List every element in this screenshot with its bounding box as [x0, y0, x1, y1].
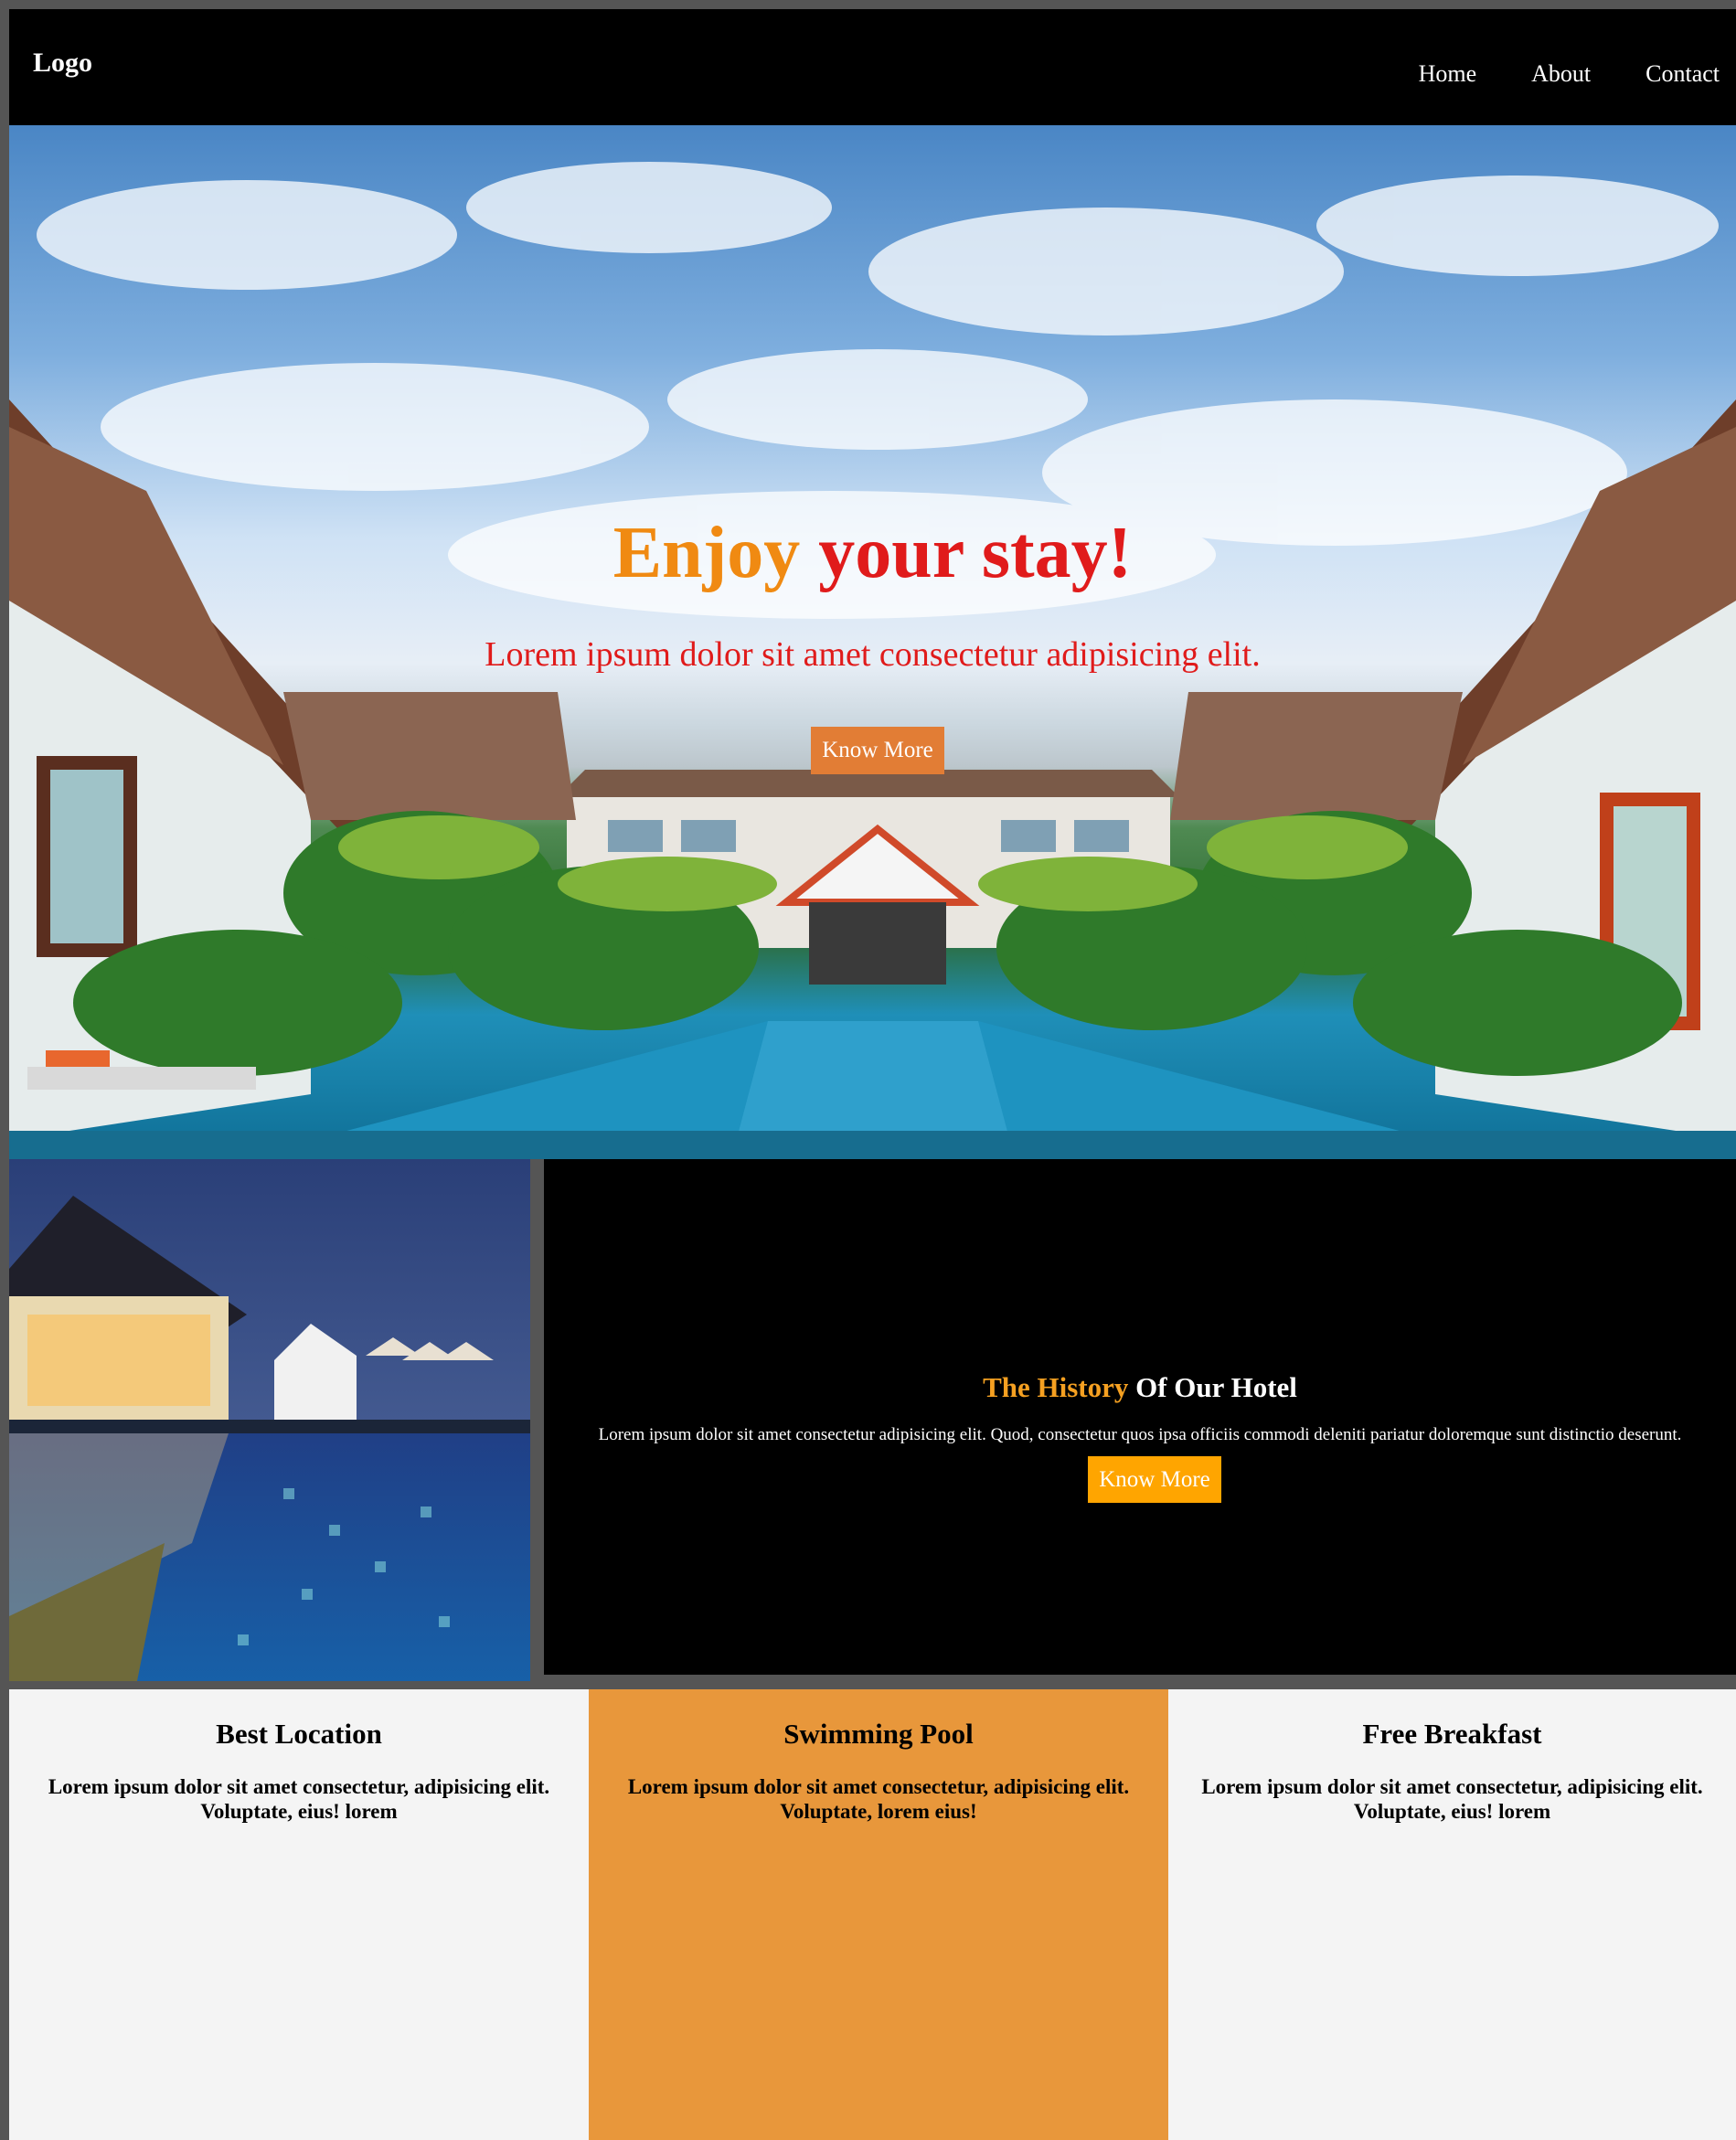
history-section: The History Of Our Hotel Lorem ipsum dol…	[544, 1159, 1736, 1675]
nav-contact-link[interactable]: Contact	[1645, 60, 1720, 88]
history-title-main: Of Our Hotel	[1135, 1371, 1297, 1403]
resort-night-image	[9, 1159, 530, 1681]
feature-free-breakfast: Free Breakfast Lorem ipsum dolor sit ame…	[1168, 1689, 1736, 2140]
nav-home-link[interactable]: Home	[1419, 60, 1477, 88]
hero-know-more-button[interactable]: Know More	[811, 727, 944, 774]
hero-banner: Enjoy your stay! Lorem ipsum dolor sit a…	[9, 125, 1736, 1159]
history-description: Lorem ipsum dolor sit amet consectetur a…	[598, 1425, 1682, 1444]
site-logo[interactable]: Logo	[33, 49, 92, 77]
history-title-accent: The History	[983, 1371, 1129, 1403]
hero-title-main: your stay!	[818, 513, 1133, 593]
feature-text: Lorem ipsum dolor sit amet consectetur, …	[1201, 1775, 1703, 1823]
feature-title: Swimming Pool	[783, 1718, 974, 1750]
resort-night-photo	[9, 1159, 530, 1681]
page: Logo Home About Contact Enjoy your stay!…	[9, 9, 1736, 2140]
hero-title: Enjoy your stay!	[9, 516, 1736, 590]
feature-title: Best Location	[216, 1718, 382, 1750]
site-header: Logo Home About Contact	[9, 9, 1736, 125]
feature-text: Lorem ipsum dolor sit amet consectetur, …	[48, 1775, 550, 1823]
hero-title-accent: Enjoy	[612, 513, 801, 593]
hero-subtitle: Lorem ipsum dolor sit amet consectetur a…	[485, 635, 1261, 674]
history-know-more-button[interactable]: Know More	[1088, 1456, 1221, 1503]
feature-text: Lorem ipsum dolor sit amet consectetur, …	[627, 1775, 1130, 1823]
features-section: Best Location Lorem ipsum dolor sit amet…	[9, 1689, 1736, 2140]
feature-swimming-pool: Swimming Pool Lorem ipsum dolor sit amet…	[589, 1689, 1168, 2140]
feature-title: Free Breakfast	[1362, 1718, 1542, 1750]
history-title: The History Of Our Hotel	[544, 1373, 1736, 1401]
main-nav: Home About Contact	[1419, 60, 1720, 88]
nav-about-link[interactable]: About	[1531, 60, 1591, 88]
feature-best-location: Best Location Lorem ipsum dolor sit amet…	[9, 1689, 589, 2140]
